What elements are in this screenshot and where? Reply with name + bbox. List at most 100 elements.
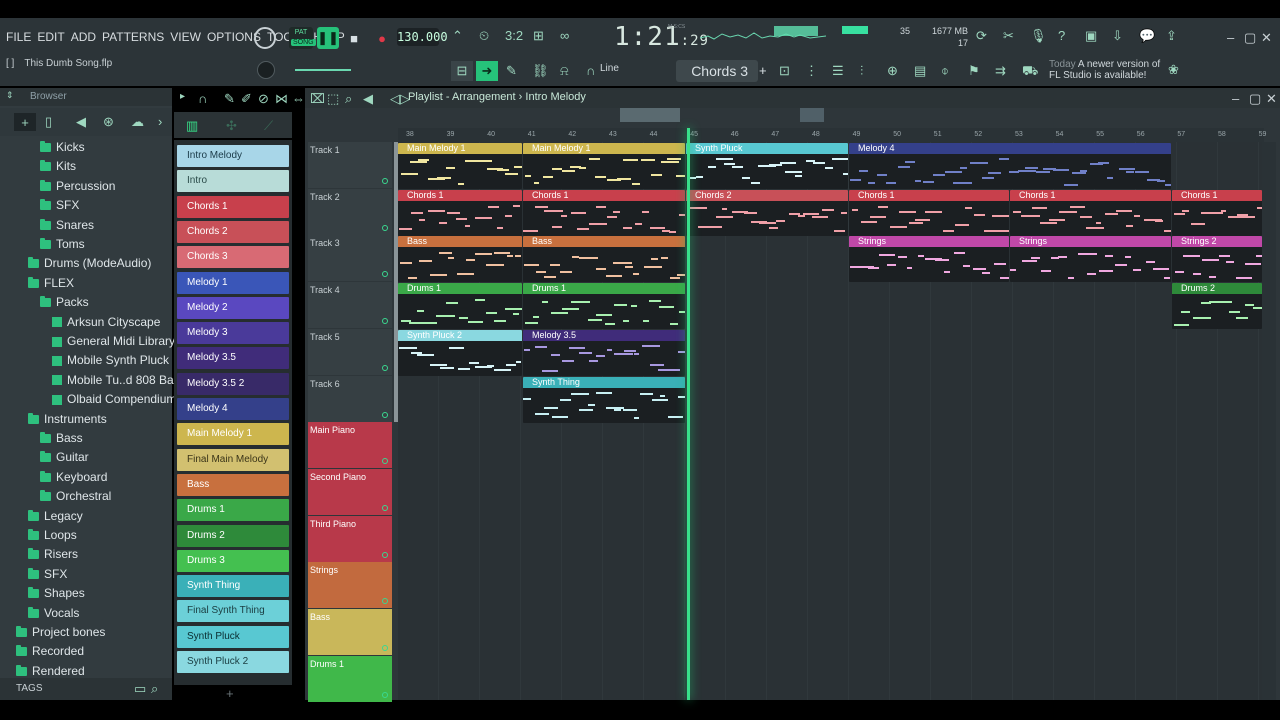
browser-item[interactable]: Mobile Synth Pluck xyxy=(52,351,169,370)
pattern-picker-item[interactable]: Drums 3 xyxy=(177,549,289,572)
playlist-overview[interactable] xyxy=(620,108,1220,122)
slice-tool-icon[interactable]: ⌧ xyxy=(310,91,325,107)
delete-tool-icon[interactable]: ⊘ xyxy=(258,91,269,107)
pattern-picker-item[interactable]: Melody 3.5 2 xyxy=(177,372,289,395)
pattern-picker-item[interactable]: Melody 3.5 xyxy=(177,347,289,370)
pattern-picker-item[interactable]: Intro xyxy=(177,170,289,193)
tempo-display[interactable]: 130.000 xyxy=(397,28,448,46)
vertical-scrollbar[interactable] xyxy=(1262,142,1276,700)
browser-item[interactable]: General Midi Library xyxy=(52,332,175,351)
sliders-icon[interactable]: ⫶ xyxy=(860,63,863,79)
timeline-ruler[interactable]: 38 39 40 41 42 43 44 45 46 47 48 49 50 51 52 53 54 55 56 57… xyxy=(398,128,1266,142)
browser-item[interactable]: Risers xyxy=(28,545,78,564)
playlist-clip[interactable]: Synth Pluck xyxy=(686,143,848,189)
track-select-icon[interactable] xyxy=(382,411,388,418)
browser-arrow-icon[interactable]: › xyxy=(158,114,162,129)
browser-files-icon[interactable]: ▯ xyxy=(45,114,52,130)
pattern-picker-item[interactable]: Chords 1 xyxy=(177,195,289,218)
pattern-picker-item[interactable]: Bass xyxy=(177,473,289,496)
track-header[interactable]: Track 6 xyxy=(308,375,392,422)
cart-icon[interactable]: ⛟ xyxy=(1022,63,1038,81)
browser-item[interactable]: Orchestral xyxy=(40,487,111,506)
metronome-icon[interactable]: ⌃ xyxy=(452,28,463,44)
step-sequencer-icon[interactable]: ☰ xyxy=(832,63,844,79)
pattern-picker-item[interactable]: Main Melody 1 xyxy=(177,423,289,446)
save-icon[interactable]: ▣ xyxy=(1085,28,1097,44)
folder-icon[interactable]: ▭ xyxy=(134,678,146,700)
help-icon[interactable]: ? xyxy=(1058,28,1065,43)
picker-audio-icon[interactable]: ✣ xyxy=(226,118,237,134)
playlist-clip[interactable]: Chords 1 xyxy=(849,189,1009,236)
browser-item[interactable]: Kicks xyxy=(40,138,85,157)
playlist-arrow-icon[interactable]: ◁▷ xyxy=(390,91,410,107)
browser-item[interactable]: Snares xyxy=(40,216,94,235)
pattern-picker-item[interactable]: Drums 1 xyxy=(177,499,289,522)
master-pitch-knob-icon[interactable] xyxy=(257,61,275,79)
menu-view[interactable]: VIEW xyxy=(170,30,201,44)
menu-edit[interactable]: EDIT xyxy=(37,30,64,44)
browser-item[interactable]: SFX xyxy=(28,565,67,584)
playlist-clip[interactable]: Drums 1 xyxy=(523,283,685,330)
minimize-icon[interactable]: – xyxy=(1227,30,1234,45)
browser-tags[interactable]: TAGS ▭ ⌕ xyxy=(0,678,172,700)
playlist-clip[interactable]: Chords 1 xyxy=(398,189,522,236)
pattern-picker-item[interactable]: Final Main Melody xyxy=(177,448,289,471)
mute-tool-icon[interactable]: ⋈ xyxy=(275,91,288,107)
playback-tool-icon[interactable]: ◀ xyxy=(363,91,373,107)
track-header[interactable]: Main Piano xyxy=(308,422,392,469)
search-icon[interactable]: ⌕ xyxy=(151,678,158,700)
playlist-minimize-icon[interactable]: – xyxy=(1232,91,1239,106)
wait-input-icon[interactable]: ⏲ xyxy=(479,28,489,44)
playlist-clip[interactable]: Strings xyxy=(1010,236,1171,283)
browser-cloud-icon[interactable]: ☁ xyxy=(131,114,144,130)
master-volume-slider[interactable] xyxy=(295,69,351,71)
track-select-icon[interactable] xyxy=(382,691,388,698)
master-volume-knob-icon[interactable] xyxy=(254,27,276,49)
playlist-clip[interactable]: Bass xyxy=(398,236,522,283)
track-header[interactable]: Track 3 xyxy=(308,235,392,282)
track-header[interactable]: Track 4 xyxy=(308,282,392,329)
browser-item[interactable]: Vocals xyxy=(28,604,79,623)
fl-logo-icon[interactable]: ❀ xyxy=(1168,62,1179,78)
pause-icon[interactable]: ❚❚ xyxy=(317,27,339,49)
picker-add-icon[interactable]: + xyxy=(226,686,234,701)
draw-tool-icon[interactable]: ✎ xyxy=(224,91,235,107)
browser-item[interactable]: Toms xyxy=(40,235,85,254)
browser-item[interactable]: Recorded xyxy=(16,642,84,661)
browser-item[interactable]: Kits xyxy=(40,157,76,176)
pattern-picker-item[interactable]: Melody 3 xyxy=(177,322,289,345)
add-pattern-icon[interactable]: + xyxy=(759,63,767,78)
picker-pattern-icon[interactable]: ▥ xyxy=(186,118,198,134)
tools-icon[interactable]: ✂ xyxy=(1003,28,1014,44)
pattern-picker-item[interactable]: Final Synth Thing xyxy=(177,600,289,623)
browser-item[interactable]: Percussion xyxy=(40,177,115,196)
tempo-tapper-icon[interactable]: ⚑ xyxy=(968,63,980,79)
playlist-clip[interactable]: Drums 2 xyxy=(1172,283,1262,330)
chat-icon[interactable]: 💬 xyxy=(1139,28,1155,44)
slip-tool-icon[interactable]: ⇔ xyxy=(292,91,305,106)
playlist-clip[interactable]: Melody 4 xyxy=(849,143,1171,189)
channel-rack-icon[interactable]: ⋮ xyxy=(805,63,818,79)
track-select-icon[interactable] xyxy=(382,645,388,651)
playlist-options-icon[interactable]: ▸ xyxy=(180,91,185,102)
track-header[interactable]: Track 5 xyxy=(308,328,392,375)
browser-item[interactable]: Guitar xyxy=(40,448,89,467)
track-select-icon[interactable] xyxy=(382,598,388,605)
browser-speaker-icon[interactable]: ◀ xyxy=(76,114,86,130)
playlist-clip[interactable]: Synth Pluck 2 xyxy=(398,329,522,376)
countdown-icon[interactable]: 3:2 xyxy=(505,28,523,43)
track-header[interactable]: Bass xyxy=(308,609,392,655)
pattern-picker-item[interactable]: Chords 3 xyxy=(177,246,289,269)
playlist-clip[interactable]: Chords 1 xyxy=(1010,189,1171,236)
plugin-icon[interactable]: ⌽ xyxy=(941,63,949,79)
track-select-icon[interactable] xyxy=(382,504,388,511)
track-select-icon[interactable] xyxy=(382,364,388,371)
bell-icon[interactable]: ⍾ xyxy=(560,63,569,79)
menu-add[interactable]: ADD xyxy=(71,30,96,44)
pattern-picker-item[interactable]: Melody 4 xyxy=(177,398,289,420)
routing-icon[interactable]: ⊕ xyxy=(887,63,898,79)
refresh-icon[interactable]: ⟳ xyxy=(976,28,987,44)
browser-item[interactable]: Drums (ModeAudio) xyxy=(28,254,151,273)
track-select-icon[interactable] xyxy=(382,224,388,231)
browser-plugin-icon[interactable]: ⊛ xyxy=(103,114,114,130)
